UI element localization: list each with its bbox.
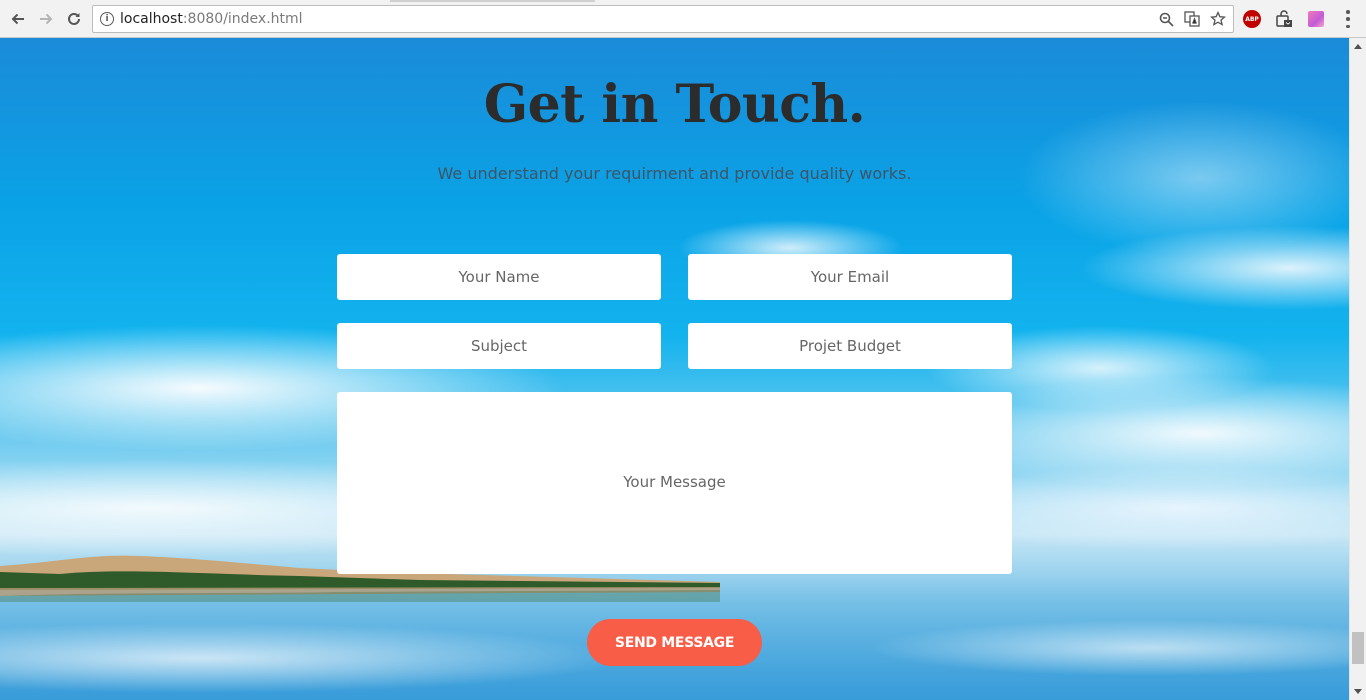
url-host: localhost <box>120 11 183 27</box>
arrow-left-icon <box>11 13 24 25</box>
message-textarea[interactable] <box>337 392 1012 574</box>
scrollbar-thumb[interactable] <box>1352 632 1364 664</box>
translate-icon[interactable] <box>1183 10 1201 28</box>
url-text[interactable]: localhost:8080/index.html <box>120 11 303 27</box>
vertical-scrollbar[interactable] <box>1349 38 1366 700</box>
budget-input[interactable] <box>688 323 1012 369</box>
arrow-right-icon <box>40 13 53 25</box>
subject-input[interactable] <box>337 323 661 369</box>
info-icon[interactable]: i <box>100 12 114 26</box>
url-path: :8080/index.html <box>182 11 303 27</box>
page-subtitle: We understand your requirment and provid… <box>437 164 912 183</box>
send-message-button[interactable]: SEND MESSAGE <box>587 619 762 666</box>
scroll-up-arrow-icon[interactable] <box>1354 44 1362 49</box>
email-input[interactable] <box>688 254 1012 300</box>
address-bar-actions <box>1157 10 1227 28</box>
address-bar[interactable]: i localhost:8080/index.html <box>92 5 1234 33</box>
gradient-extension-icon[interactable] <box>1308 11 1324 27</box>
extension-icon[interactable] <box>1274 9 1294 29</box>
page-title: Get in Touch. <box>483 74 866 135</box>
browser-toolbar: i localhost:8080/index.html ABP <box>0 0 1366 38</box>
name-input[interactable] <box>337 254 661 300</box>
more-vert-icon[interactable] <box>1342 10 1354 28</box>
reload-button[interactable] <box>62 7 86 31</box>
page-viewport: Get in Touch. We understand your requirm… <box>0 38 1349 700</box>
zoom-icon[interactable] <box>1157 10 1175 28</box>
star-icon[interactable] <box>1209 10 1227 28</box>
tab-strip-edge <box>390 0 595 2</box>
back-button[interactable] <box>6 7 30 31</box>
forward-button[interactable] <box>34 7 58 31</box>
scroll-down-arrow-icon[interactable] <box>1354 689 1362 694</box>
reload-icon <box>68 12 80 25</box>
adblock-extension-icon[interactable]: ABP <box>1243 10 1261 28</box>
